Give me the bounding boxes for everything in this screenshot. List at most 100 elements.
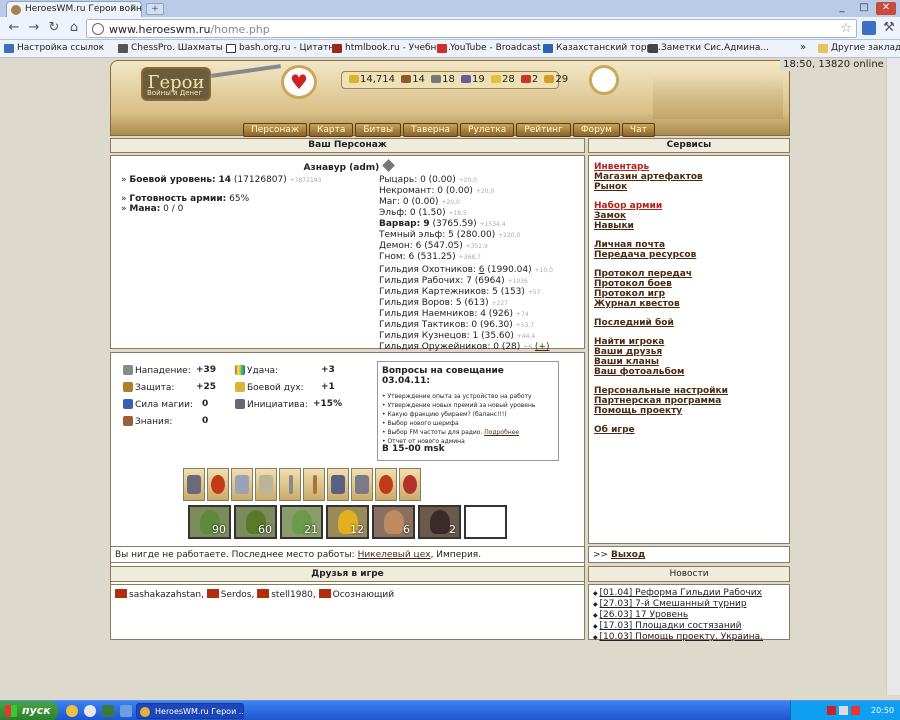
equipment-ring-2[interactable] bbox=[399, 468, 421, 501]
help-project-link[interactable]: Помощь проекту bbox=[594, 406, 682, 416]
tab-close-icon[interactable]: ✕ bbox=[129, 4, 137, 14]
wrench-icon[interactable]: ⚒ bbox=[881, 21, 897, 35]
transfer-resources-link[interactable]: Передача ресурсов bbox=[594, 250, 696, 260]
menu-forum[interactable]: Форум bbox=[572, 123, 620, 137]
army-slot-4[interactable]: 12 bbox=[326, 505, 369, 539]
menu-map[interactable]: Карта bbox=[308, 123, 354, 137]
news-item[interactable]: [26.03] 17 Уровень bbox=[600, 610, 689, 620]
equipment-bow[interactable] bbox=[303, 468, 325, 501]
inventory-link[interactable]: Инвентарь bbox=[594, 162, 649, 172]
equipment-helmet[interactable] bbox=[183, 468, 205, 501]
page-scrollbar[interactable] bbox=[886, 58, 900, 695]
tray-icon[interactable] bbox=[851, 706, 860, 715]
new-tab-button[interactable]: + bbox=[146, 3, 164, 15]
market-link[interactable]: Рынок bbox=[594, 182, 627, 192]
friend-2[interactable]: Serdos bbox=[221, 590, 252, 600]
friend-4[interactable]: Осознающий bbox=[333, 590, 394, 600]
clan-flag-icon bbox=[206, 589, 219, 598]
character-name[interactable]: Азнавур (adm) bbox=[304, 163, 380, 173]
minimize-icon[interactable]: _ bbox=[832, 2, 852, 15]
more-bookmarks-icon[interactable]: » bbox=[800, 42, 806, 53]
news-item[interactable]: [17.03] Площадки состязаний bbox=[600, 621, 742, 631]
quicklaunch-icon[interactable] bbox=[84, 705, 96, 717]
partner-program-link[interactable]: Партнерская программа bbox=[594, 396, 721, 406]
browser-tab[interactable]: HeroesWM.ru Герои войн... ✕ bbox=[6, 1, 142, 17]
bookmark-3[interactable]: bash.org.ru - Цитатн... bbox=[226, 43, 343, 53]
news-item[interactable]: [10.03] Помощь проекту. Украина. bbox=[600, 632, 764, 642]
sulfur-value: 28 bbox=[501, 74, 515, 85]
address-bar[interactable]: www.heroeswm.ru/home.php ☆ bbox=[86, 19, 857, 38]
personal-mail-link[interactable]: Личная почта bbox=[594, 240, 665, 250]
windows-taskbar: пуск HeroesWM.ru Герои ... RU 20:50 bbox=[0, 700, 900, 720]
edit-quill-icon[interactable] bbox=[382, 159, 396, 172]
equipment-weapon[interactable] bbox=[279, 468, 301, 501]
equipment-ring-1[interactable] bbox=[375, 468, 397, 501]
menu-character[interactable]: Персонаж bbox=[243, 123, 307, 137]
friends-link[interactable]: Ваши друзья bbox=[594, 347, 662, 357]
about-game-link[interactable]: Об игре bbox=[594, 425, 635, 435]
menu-chat[interactable]: Чат bbox=[621, 123, 655, 137]
page-menu-icon[interactable] bbox=[862, 21, 876, 35]
bookmark-5[interactable]: YouTube - Broadcast ... bbox=[437, 43, 552, 53]
equipment-cloak[interactable] bbox=[255, 468, 277, 501]
clans-link[interactable]: Ваши кланы bbox=[594, 357, 659, 367]
last-workplace-link[interactable]: Никелевый цех bbox=[358, 550, 431, 560]
equipment-armor[interactable] bbox=[231, 468, 253, 501]
army-slot-3[interactable]: 21 bbox=[280, 505, 323, 539]
bookmark-6[interactable]: Казахстанский торр... bbox=[543, 43, 661, 53]
transfer-log-link[interactable]: Протокол передач bbox=[594, 269, 692, 279]
friend-1[interactable]: sashakazahstan bbox=[129, 590, 201, 600]
equipment-boots[interactable] bbox=[351, 468, 373, 501]
menu-rating[interactable]: Рейтинг bbox=[516, 123, 571, 137]
window-close-icon[interactable]: ✕ bbox=[876, 2, 896, 15]
home-icon[interactable]: ⌂ bbox=[66, 21, 82, 35]
health-heart-icon[interactable]: ♥ bbox=[281, 65, 317, 99]
skills-link[interactable]: Навыки bbox=[594, 221, 634, 231]
quest-journal-link[interactable]: Журнал квестов bbox=[594, 299, 680, 309]
news-item[interactable]: [27.03] 7-й Смешанный турнир bbox=[600, 599, 747, 609]
bookmark-7[interactable]: Заметки Сис.Админа... bbox=[648, 43, 769, 53]
castle-link[interactable]: Замок bbox=[594, 211, 626, 221]
quicklaunch-icon[interactable] bbox=[102, 705, 114, 717]
quicklaunch-icon[interactable] bbox=[120, 705, 132, 717]
volume-icon[interactable] bbox=[839, 706, 848, 715]
battle-log-link[interactable]: Протокол боев bbox=[594, 279, 672, 289]
bookmark-4[interactable]: htmlbook.ru - Учебни... bbox=[332, 43, 451, 53]
army-slot-6[interactable]: 2 bbox=[418, 505, 461, 539]
find-player-link[interactable]: Найти игрока bbox=[594, 337, 664, 347]
news-item[interactable]: [01.04] Реформа Гильдии Рабочих bbox=[600, 588, 762, 598]
artifact-shop-link[interactable]: Магазин артефактов bbox=[594, 172, 703, 182]
mercury-icon bbox=[461, 75, 472, 83]
equipment-amulet[interactable] bbox=[207, 468, 229, 501]
bookmark-1[interactable]: Настройка ссылок bbox=[4, 43, 104, 53]
army-slot-5[interactable]: 6 bbox=[372, 505, 415, 539]
equipment-shield[interactable] bbox=[327, 468, 349, 501]
exit-link[interactable]: Выход bbox=[611, 550, 645, 560]
details-link[interactable]: Подробнее bbox=[484, 429, 519, 436]
personal-settings-link[interactable]: Персональные настройки bbox=[594, 386, 728, 396]
friend-3[interactable]: stell1980 bbox=[271, 590, 313, 600]
game-log-link[interactable]: Протокол игр bbox=[594, 289, 665, 299]
back-icon[interactable]: ← bbox=[6, 21, 22, 35]
quicklaunch-icon[interactable] bbox=[66, 705, 78, 717]
army-slot-1[interactable]: 90 bbox=[188, 505, 231, 539]
tray-icon[interactable] bbox=[827, 706, 836, 715]
armorers-plus-link[interactable]: (+) bbox=[535, 342, 550, 352]
photo-album-link[interactable]: Ваш фотоальбом bbox=[594, 367, 684, 377]
menu-tavern[interactable]: Таверна bbox=[403, 123, 459, 137]
start-button[interactable]: пуск bbox=[0, 701, 58, 720]
bookmark-star-icon[interactable]: ☆ bbox=[840, 21, 852, 36]
menu-roulette[interactable]: Рулетка bbox=[460, 123, 515, 137]
reload-icon[interactable]: ↻ bbox=[46, 21, 62, 35]
notice-item: Выбор нового шерифа bbox=[382, 419, 554, 428]
taskbar-browser-button[interactable]: HeroesWM.ru Герои ... bbox=[136, 703, 244, 719]
forward-icon[interactable]: → bbox=[26, 21, 42, 35]
bookmark-2[interactable]: ChessPro. Шахматы bbox=[118, 43, 223, 53]
maximize-icon[interactable]: □ bbox=[854, 2, 874, 15]
army-slot-2[interactable]: 60 bbox=[234, 505, 277, 539]
other-bookmarks[interactable]: Другие закладки bbox=[818, 43, 900, 53]
recruit-army-link[interactable]: Набор армии bbox=[594, 201, 662, 211]
last-battle-link[interactable]: Последний бой bbox=[594, 318, 674, 328]
army-slot-empty[interactable] bbox=[464, 505, 507, 539]
menu-battles[interactable]: Битвы bbox=[355, 123, 402, 137]
